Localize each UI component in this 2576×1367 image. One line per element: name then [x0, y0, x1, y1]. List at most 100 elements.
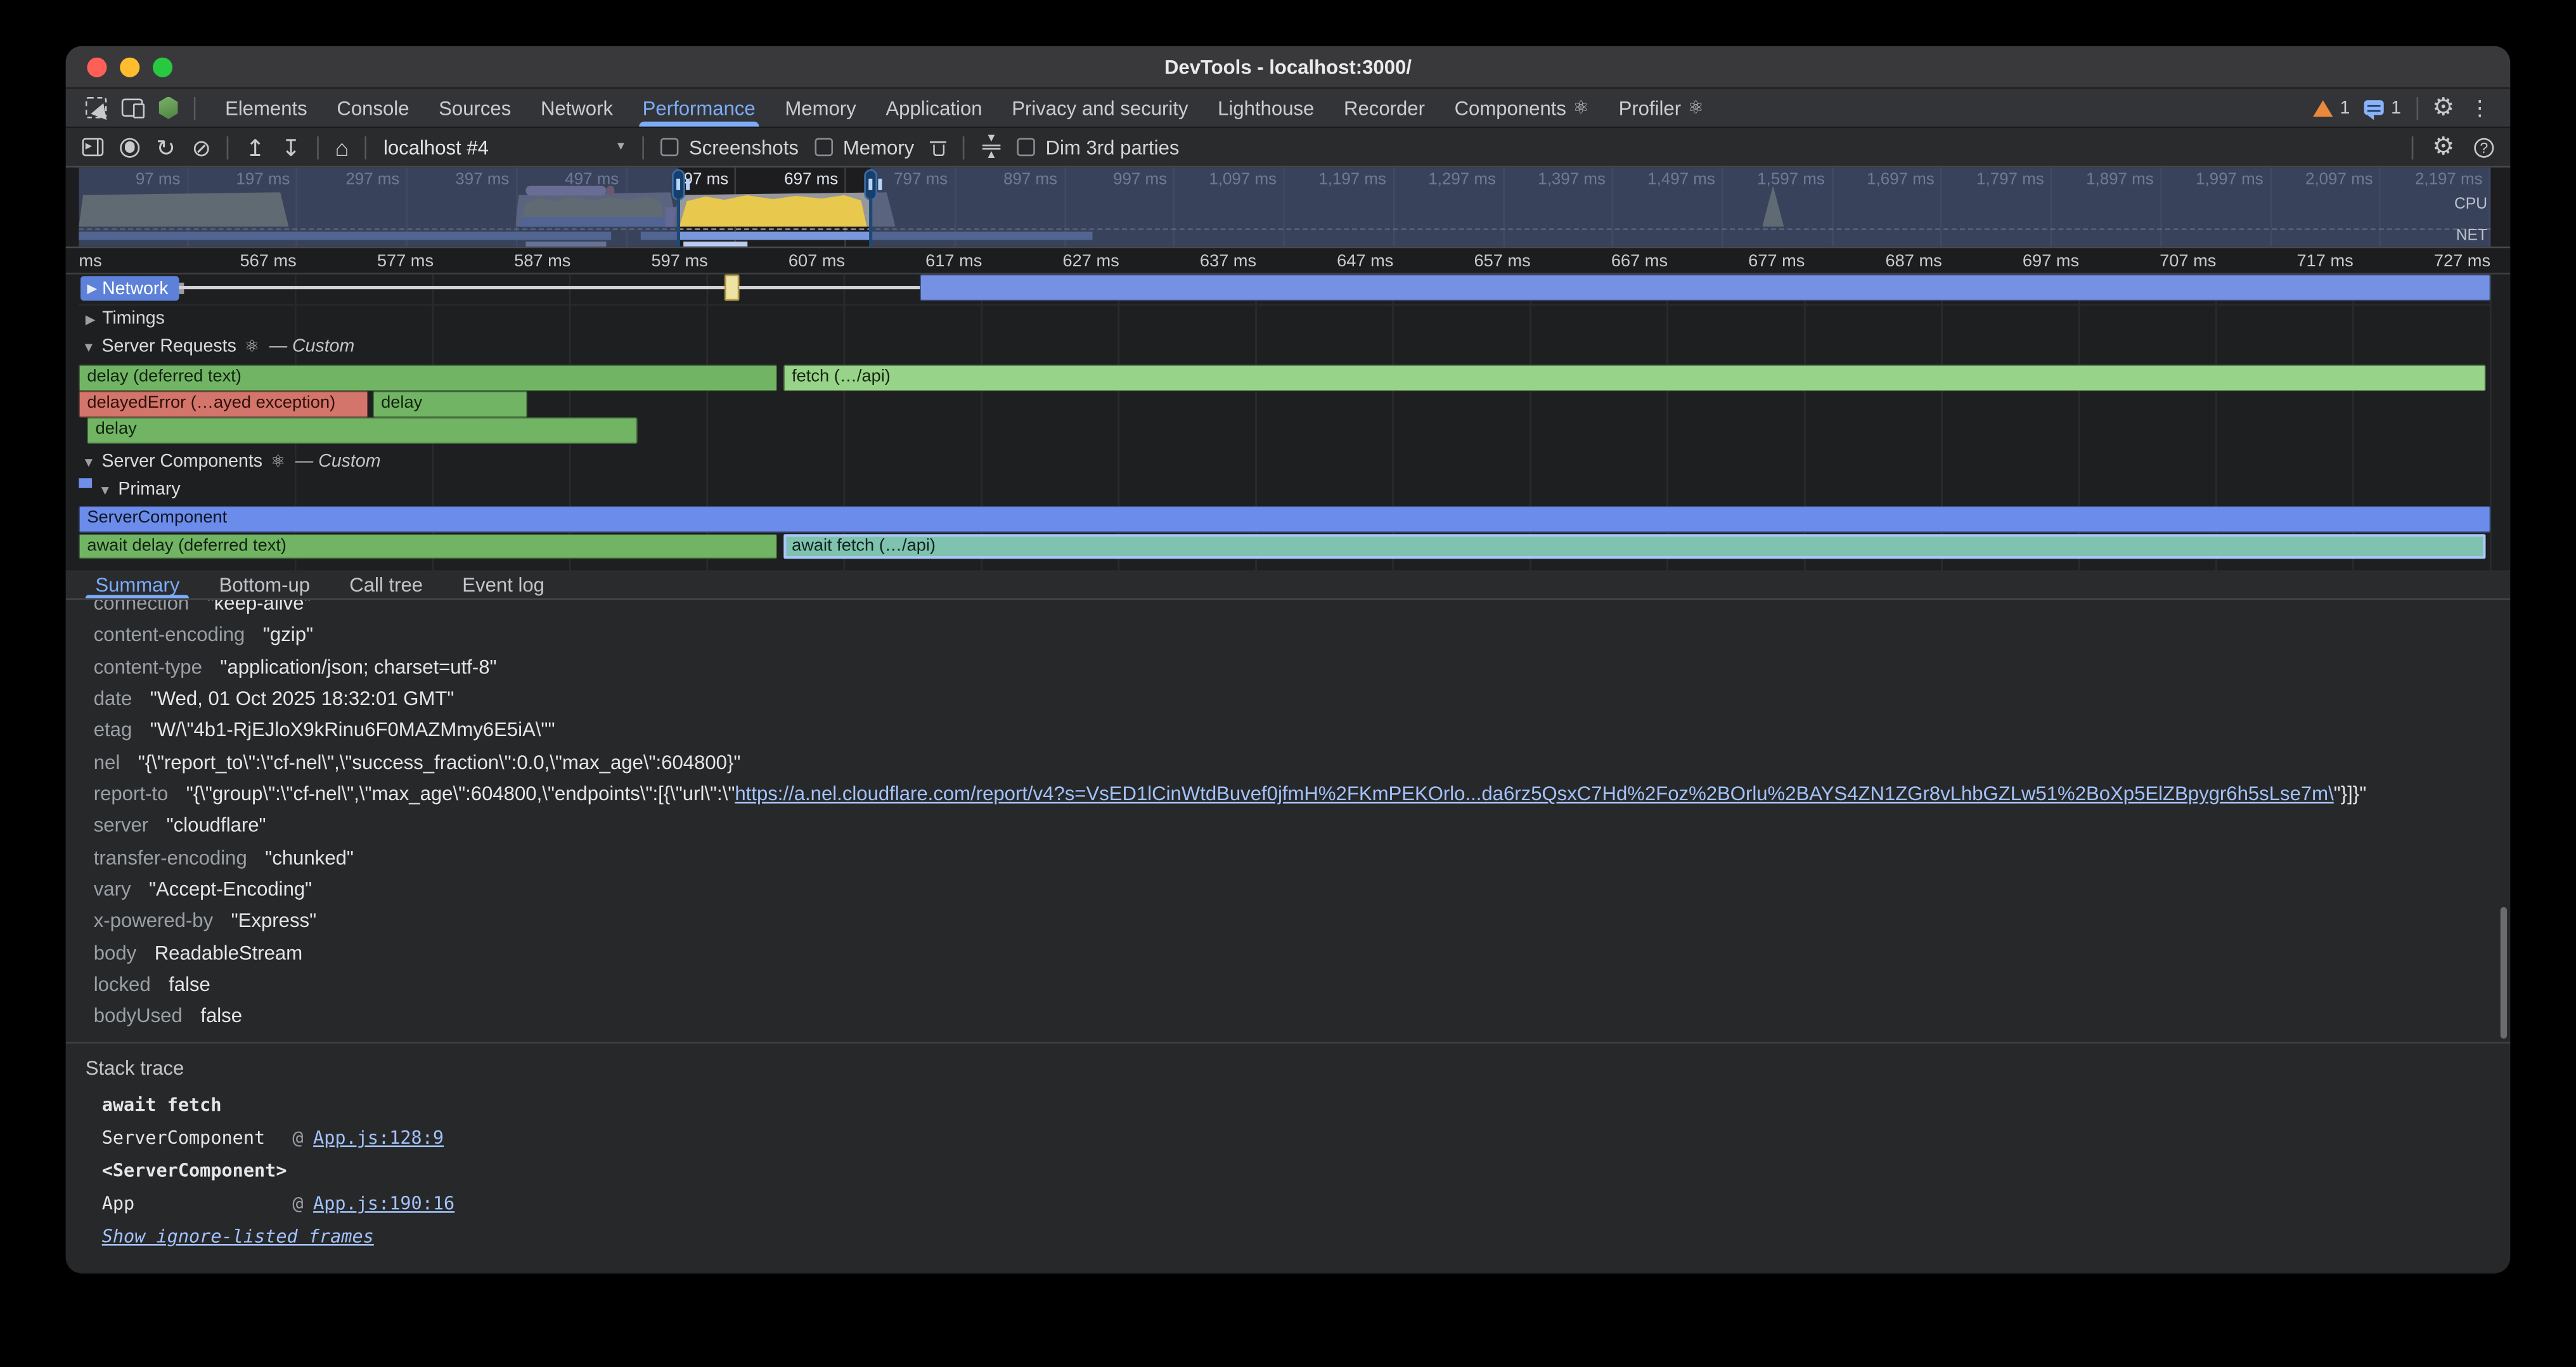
tab-privacy-and-security[interactable]: Privacy and security: [997, 89, 1203, 127]
response-property-row: report-to"{\"group\":\"cf-nel\",\"max_ag…: [94, 779, 2478, 811]
toolbar-right: ⚙ ?: [2411, 135, 2494, 160]
timeline-event-bar[interactable]: delayedError (…ayed exception): [79, 391, 368, 417]
device-toolbar-icon[interactable]: [122, 99, 143, 117]
issues-count[interactable]: 1: [2391, 98, 2401, 117]
timeline-event-bar[interactable]: ServerComponent: [79, 506, 2490, 531]
toggle-sidebar-button[interactable]: [82, 138, 104, 157]
response-property-row: bodyUsedfalse: [94, 1002, 2478, 1033]
overview-inner: 97 ms197 ms297 ms397 ms497 ms597 ms697 m…: [79, 167, 2490, 246]
timeline-event-bar[interactable]: delay: [373, 391, 527, 417]
tab-label: Recorder: [1344, 96, 1425, 119]
server-requests-row: delay (deferred text) fetch (…/api): [79, 365, 2490, 390]
detail-time-ruler[interactable]: ms567 ms577 ms587 ms597 ms607 ms617 ms62…: [66, 248, 2511, 274]
shrink-rows-icon[interactable]: ▼ ▲: [981, 134, 1001, 160]
property-value: false: [169, 973, 210, 996]
tab-sources[interactable]: Sources: [424, 89, 526, 127]
server-components-header[interactable]: ▼ Server Components ⚛ — Custom: [79, 452, 2490, 478]
details-tab-call-tree[interactable]: Call tree: [333, 570, 439, 598]
home-button[interactable]: ⌂: [335, 136, 349, 159]
tab-console[interactable]: Console: [322, 89, 424, 127]
timeline-overview[interactable]: 97 ms197 ms297 ms397 ms497 ms597 ms697 m…: [66, 167, 2511, 248]
server-requests-header[interactable]: ▼ Server Requests ⚛ — Custom: [79, 337, 2490, 363]
tab-network[interactable]: Network: [526, 89, 628, 127]
scrollbar-thumb[interactable]: [2501, 907, 2507, 1039]
reload-and-record-button[interactable]: ↻: [156, 136, 175, 159]
details-tab-event-log[interactable]: Event log: [446, 570, 561, 598]
collect-garbage-button[interactable]: [931, 138, 947, 157]
ruler-time-label: 587 ms: [434, 248, 570, 273]
net-lane-label: NET: [2456, 227, 2487, 245]
help-icon[interactable]: ?: [2474, 137, 2494, 157]
extension-icon[interactable]: [158, 96, 179, 119]
server-components-row: ServerComponent: [79, 506, 2490, 531]
timings-track[interactable]: ▶ Timings: [79, 304, 2490, 332]
memory-checkbox[interactable]: [815, 138, 834, 157]
network-track[interactable]: ▶ Network: [79, 275, 2490, 302]
inspect-element-icon[interactable]: [86, 97, 107, 119]
tab-application[interactable]: Application: [871, 89, 997, 127]
tab-memory[interactable]: Memory: [770, 89, 871, 127]
divider: [228, 136, 229, 159]
issues-icon[interactable]: [2365, 100, 2385, 115]
show-ignore-listed-link[interactable]: Show ignore-listed frames: [102, 1221, 374, 1254]
warning-count[interactable]: 1: [2340, 98, 2350, 117]
expand-triangle-icon: ▼: [99, 483, 112, 497]
timeline-event-bar[interactable]: delay (deferred text): [79, 365, 776, 390]
tab-performance[interactable]: Performance: [628, 89, 770, 127]
memory-label[interactable]: Memory: [843, 136, 914, 159]
source-location-link[interactable]: App.js:190:16: [313, 1188, 454, 1221]
warning-icon[interactable]: [2314, 100, 2333, 116]
network-request-line[interactable]: [176, 286, 921, 290]
tab-components[interactable]: Components⚛: [1439, 89, 1604, 127]
settings-gear-icon[interactable]: ⚙: [2432, 95, 2454, 120]
property-key: transfer-encoding: [94, 846, 247, 869]
property-value: "{\"report_to\":\"cf-nel\",\"success_fra…: [138, 751, 741, 774]
screenshots-label[interactable]: Screenshots: [689, 136, 799, 159]
selection-handle-left[interactable]: ❚❚: [672, 169, 685, 200]
timeline-event-bar[interactable]: fetch (…/api): [783, 365, 2485, 390]
server-components-group[interactable]: ▼ Primary: [79, 480, 2490, 505]
react-atom-icon: ⚛: [245, 338, 259, 356]
tab-elements[interactable]: Elements: [210, 89, 322, 127]
divider: [643, 136, 645, 159]
capture-settings-gear-icon[interactable]: ⚙: [2432, 135, 2454, 160]
timeline-event-bar[interactable]: await fetch (…/api): [783, 533, 2485, 559]
timeline-event-bar[interactable]: await delay (deferred text): [79, 533, 776, 559]
tab-recorder[interactable]: Recorder: [1329, 89, 1440, 127]
property-value: "Express": [231, 909, 316, 932]
dim-3rd-parties-checkbox[interactable]: [1017, 138, 1036, 157]
tabbar-right: 1 1 ⚙ ⋮: [2314, 95, 2510, 120]
timings-track-label[interactable]: ▶ Timings: [79, 306, 2490, 328]
response-property-row: date"Wed, 01 Oct 2025 18:32:01 GMT": [94, 684, 2478, 715]
summary-pane[interactable]: connection"keep-alive"content-encoding"g…: [66, 600, 2511, 1042]
flame-chart-tracks[interactable]: ▶ Network ▶ Timings ▼ Server Requests ⚛ …: [66, 275, 2511, 571]
source-location-link[interactable]: App.js:128:9: [313, 1122, 444, 1155]
tab-profiler[interactable]: Profiler⚛: [1604, 89, 1718, 127]
report-endpoint-link[interactable]: https://a.nel.cloudflare.com/report/v4?s…: [735, 782, 2333, 805]
timeline-event-bar[interactable]: delay: [87, 417, 637, 443]
property-value: "{\"group\":\"cf-nel\",\"max_age\":60480…: [186, 782, 735, 805]
divider: [963, 136, 965, 159]
details-tab-summary[interactable]: Summary: [79, 570, 196, 598]
tab-lighthouse[interactable]: Lighthouse: [1203, 89, 1329, 127]
show-ignore-listed-row: Show ignore-listed frames: [102, 1221, 2478, 1254]
devtools-window: DevTools - localhost:3000/ ElementsConso…: [66, 46, 2511, 1274]
screenshots-checkbox[interactable]: [661, 138, 679, 157]
history-select[interactable]: localhost #4 ▼: [383, 136, 627, 159]
network-track-label[interactable]: ▶ Network: [80, 276, 178, 301]
details-tab-bottom-up[interactable]: Bottom-up: [203, 570, 326, 598]
record-button[interactable]: [120, 137, 139, 157]
timeline-event-bar[interactable]: [724, 275, 740, 300]
upload-profile-button[interactable]: ↥: [245, 136, 264, 159]
ruler-time-label: 597 ms: [570, 248, 707, 273]
response-property-row: vary"Accept-Encoding": [94, 874, 2478, 906]
clear-button[interactable]: ⊘: [192, 136, 211, 159]
property-key: locked: [94, 973, 151, 996]
collapse-triangle-icon: ▶: [86, 311, 96, 326]
timeline-event-bar[interactable]: [920, 275, 2490, 300]
dim-3rd-parties-label[interactable]: Dim 3rd parties: [1046, 136, 1180, 159]
more-options-icon[interactable]: ⋮: [2469, 97, 2490, 119]
network-track-title: Network: [102, 278, 169, 298]
selection-handle-right[interactable]: ❚❚: [864, 169, 877, 200]
download-profile-button[interactable]: ↧: [281, 136, 300, 159]
